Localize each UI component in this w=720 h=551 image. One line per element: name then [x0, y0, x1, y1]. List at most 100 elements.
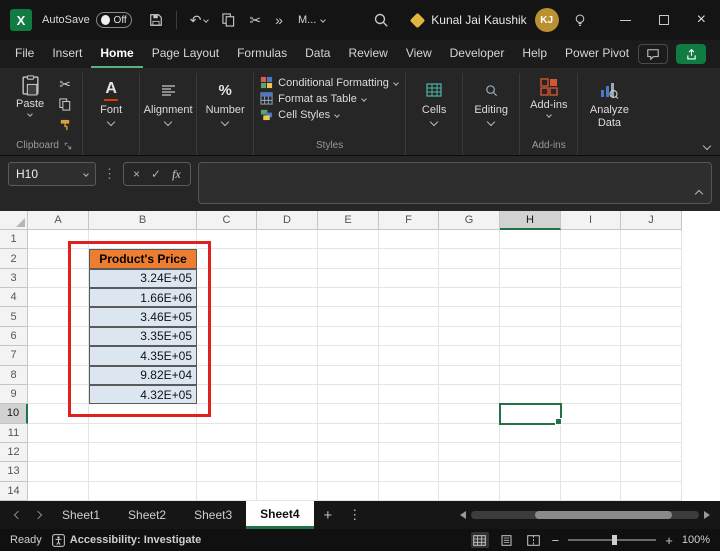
comments-button[interactable]: [638, 44, 668, 64]
lightbulb-icon[interactable]: [573, 13, 587, 28]
cell-H12[interactable]: [500, 443, 561, 462]
format-as-table-button[interactable]: Format as Table: [260, 92, 399, 105]
cell-H7[interactable]: [500, 346, 561, 365]
cell-A10[interactable]: [28, 404, 89, 423]
cell-H8[interactable]: [500, 366, 561, 385]
cell-E13[interactable]: [318, 462, 379, 481]
user-cluster[interactable]: Kunal Jai Kaushik KJ: [412, 8, 558, 32]
cell-I13[interactable]: [561, 462, 621, 481]
cell-E6[interactable]: [318, 327, 379, 346]
cell-F12[interactable]: [379, 443, 439, 462]
cell-D10[interactable]: [257, 404, 318, 423]
cell-A8[interactable]: [28, 366, 89, 385]
zoom-slider[interactable]: [568, 539, 656, 541]
column-header-D[interactable]: D: [257, 211, 318, 230]
cell-A7[interactable]: [28, 346, 89, 365]
cell-D14[interactable]: [257, 482, 318, 501]
cell-E11[interactable]: [318, 424, 379, 443]
cell-C2[interactable]: [197, 249, 257, 268]
cell-B10[interactable]: [89, 404, 197, 423]
cell-A6[interactable]: [28, 327, 89, 346]
column-header-E[interactable]: E: [318, 211, 379, 230]
cell-J3[interactable]: [621, 269, 682, 288]
column-header-A[interactable]: A: [28, 211, 89, 230]
cell-J4[interactable]: [621, 288, 682, 307]
cell-H6[interactable]: [500, 327, 561, 346]
cell-G2[interactable]: [439, 249, 500, 268]
new-sheet-icon[interactable]: +: [324, 507, 333, 524]
cell-D4[interactable]: [257, 288, 318, 307]
copy-icon[interactable]: [222, 13, 235, 27]
menu-developer[interactable]: Developer: [441, 40, 514, 68]
cell-J5[interactable]: [621, 307, 682, 326]
cell-H10[interactable]: [500, 404, 561, 423]
cell-J1[interactable]: [621, 230, 682, 249]
confirm-entry-icon[interactable]: ✓: [151, 167, 161, 181]
cell-D2[interactable]: [257, 249, 318, 268]
zoom-slider-thumb[interactable]: [612, 535, 617, 545]
sheet-tab-sheet4[interactable]: Sheet4: [246, 501, 313, 529]
row-header-5[interactable]: 5: [0, 307, 28, 326]
cell-B9[interactable]: 4.32E+05: [89, 385, 197, 404]
menu-insert[interactable]: Insert: [43, 40, 91, 68]
font-group-collapsed[interactable]: A Font: [83, 73, 140, 155]
cell-F8[interactable]: [379, 366, 439, 385]
cell-D1[interactable]: [257, 230, 318, 249]
cell-C13[interactable]: [197, 462, 257, 481]
row-header-14[interactable]: 14: [0, 482, 28, 501]
row-header-6[interactable]: 6: [0, 327, 28, 346]
accessibility-checker[interactable]: Accessibility: Investigate: [52, 534, 201, 547]
cell-J12[interactable]: [621, 443, 682, 462]
cell-H2[interactable]: [500, 249, 561, 268]
cell-C14[interactable]: [197, 482, 257, 501]
scroll-right-icon[interactable]: [704, 511, 710, 519]
cell-H13[interactable]: [500, 462, 561, 481]
cell-D12[interactable]: [257, 443, 318, 462]
cell-A11[interactable]: [28, 424, 89, 443]
number-group-collapsed[interactable]: % Number: [197, 73, 254, 155]
cell-J9[interactable]: [621, 385, 682, 404]
cell-I5[interactable]: [561, 307, 621, 326]
menu-file[interactable]: File: [6, 40, 43, 68]
cell-G4[interactable]: [439, 288, 500, 307]
column-header-F[interactable]: F: [379, 211, 439, 230]
zoom-in-icon[interactable]: +: [665, 533, 673, 548]
name-box[interactable]: H10: [8, 162, 96, 186]
sheet-tab-sheet1[interactable]: Sheet1: [48, 501, 114, 529]
cell-C1[interactable]: [197, 230, 257, 249]
cell-B2[interactable]: Product's Price: [89, 249, 197, 268]
scroll-left-icon[interactable]: [460, 511, 466, 519]
cell-A13[interactable]: [28, 462, 89, 481]
minimize-icon[interactable]: [620, 20, 631, 21]
close-icon[interactable]: ×: [697, 12, 706, 28]
cell-F5[interactable]: [379, 307, 439, 326]
cell-G5[interactable]: [439, 307, 500, 326]
cell-G6[interactable]: [439, 327, 500, 346]
autosave-toggle[interactable]: Off: [96, 12, 132, 28]
cell-I7[interactable]: [561, 346, 621, 365]
cell-B14[interactable]: [89, 482, 197, 501]
page-layout-view-icon[interactable]: [498, 532, 516, 548]
cell-C7[interactable]: [197, 346, 257, 365]
cell-E7[interactable]: [318, 346, 379, 365]
excel-logo-icon[interactable]: X: [10, 9, 32, 31]
sheet-options-icon[interactable]: ⋮: [348, 507, 361, 523]
save-icon[interactable]: [149, 13, 163, 27]
undo-icon[interactable]: ↶: [190, 13, 209, 27]
cell-B3[interactable]: 3.24E+05: [89, 269, 197, 288]
row-header-7[interactable]: 7: [0, 346, 28, 365]
cell-A4[interactable]: [28, 288, 89, 307]
formula-input[interactable]: [198, 162, 712, 204]
sheet-tab-sheet3[interactable]: Sheet3: [180, 501, 246, 529]
cell-I2[interactable]: [561, 249, 621, 268]
cell-F3[interactable]: [379, 269, 439, 288]
row-header-12[interactable]: 12: [0, 443, 28, 462]
cell-D13[interactable]: [257, 462, 318, 481]
cell-F7[interactable]: [379, 346, 439, 365]
cell-A3[interactable]: [28, 269, 89, 288]
menu-data[interactable]: Data: [296, 40, 339, 68]
cell-C4[interactable]: [197, 288, 257, 307]
cell-H9[interactable]: [500, 385, 561, 404]
cell-F9[interactable]: [379, 385, 439, 404]
row-header-4[interactable]: 4: [0, 288, 28, 307]
